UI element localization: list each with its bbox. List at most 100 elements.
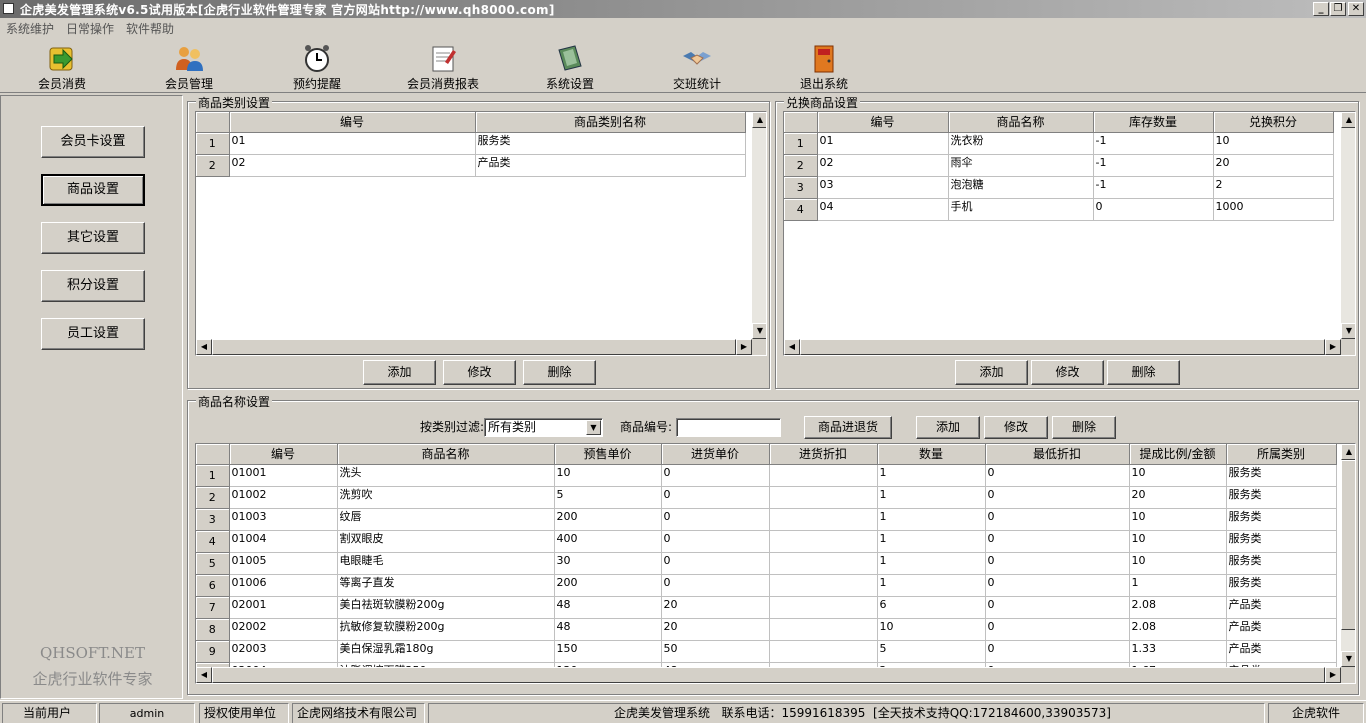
cell[interactable]: 服务类 — [1226, 464, 1337, 487]
category-add-button[interactable]: 添加 — [363, 360, 436, 385]
cell[interactable]: 30 — [554, 552, 662, 575]
cell[interactable]: 0 — [985, 618, 1130, 641]
toolbar-system-settings[interactable]: 系统设置 — [520, 39, 620, 91]
table-row[interactable]: 7 02001 美白祛斑软膜粉200g 48 20 6 0 2.08 产品类 — [196, 596, 1337, 619]
cell[interactable]: 洗头 — [337, 464, 555, 487]
cell[interactable]: 0 — [985, 530, 1130, 553]
table-row[interactable]: 3 01003 纹唇 200 0 1 0 10 服务类 — [196, 508, 1337, 531]
product-settings-button[interactable]: 商品设置 — [41, 174, 145, 206]
cell[interactable]: 01002 — [229, 486, 338, 509]
cell[interactable] — [769, 464, 878, 487]
scroll-left-icon[interactable]: ◀ — [196, 667, 212, 683]
toolbar-shift-stats[interactable]: 交班统计 — [647, 39, 747, 91]
table-row[interactable]: 3 03 泡泡糖 -1 2 — [784, 176, 1334, 199]
other-settings-button[interactable]: 其它设置 — [41, 222, 145, 254]
toolbar-member-consume[interactable]: 会员消费 — [12, 39, 112, 91]
cell[interactable]: 服务类 — [1226, 486, 1337, 509]
cell[interactable]: 400 — [554, 530, 662, 553]
cell[interactable]: 02 — [817, 154, 949, 177]
cell[interactable] — [769, 530, 878, 553]
product-grid[interactable]: 编号 商品名称 预售单价 进货单价 进货折扣 数量 最低折扣 提成比例/金额 所属类别 1 010… — [195, 443, 1356, 684]
table-row[interactable]: 4 01004 割双眼皮 400 0 1 0 10 服务类 — [196, 530, 1337, 553]
cell[interactable]: 服务类 — [1226, 508, 1337, 531]
scroll-up-icon[interactable]: ▲ — [752, 112, 766, 128]
cell[interactable]: 48 — [554, 618, 662, 641]
restore-button[interactable]: ❐ — [1330, 2, 1346, 16]
cell[interactable]: 0 — [985, 552, 1130, 575]
staff-settings-button[interactable]: 员工设置 — [41, 318, 145, 350]
product-add-button[interactable]: 添加 — [916, 416, 980, 439]
cell[interactable]: 1 — [877, 530, 986, 553]
product-edit-button[interactable]: 修改 — [984, 416, 1048, 439]
cell[interactable]: 20 — [661, 596, 770, 619]
scroll-left-icon[interactable]: ◀ — [196, 339, 212, 355]
cell[interactable]: 0 — [661, 574, 770, 597]
cell[interactable]: 0 — [985, 596, 1130, 619]
scroll-right-icon[interactable]: ▶ — [1325, 339, 1341, 355]
cell[interactable]: 电眼睫毛 — [337, 552, 555, 575]
cell[interactable]: 02003 — [229, 640, 338, 663]
column-header[interactable]: 商品类别名称 — [475, 112, 746, 133]
cell[interactable]: 0 — [1093, 198, 1214, 221]
exchange-delete-button[interactable]: 删除 — [1107, 360, 1180, 385]
cell[interactable]: 2.08 — [1129, 596, 1227, 619]
table-row[interactable]: 9 02003 美白保湿乳霜180g 150 50 5 0 1.33 产品类 — [196, 640, 1337, 663]
horizontal-scrollbar[interactable]: ◀ ▶ — [784, 339, 1341, 355]
cell[interactable] — [769, 618, 878, 641]
cell[interactable]: 10 — [1213, 132, 1334, 155]
cell[interactable]: 01005 — [229, 552, 338, 575]
column-header[interactable]: 商品名称 — [948, 112, 1094, 133]
cell[interactable]: 1.33 — [1129, 640, 1227, 663]
cell[interactable]: 产品类 — [475, 154, 746, 177]
cell[interactable]: 0 — [661, 508, 770, 531]
exchange-grid[interactable]: 编号 商品名称 库存数量 兑换积分 1 01 洗衣粉 -1 10 2 02 雨伞… — [783, 111, 1356, 356]
toolbar-member-manage[interactable]: 会员管理 — [139, 39, 239, 91]
cell[interactable] — [769, 640, 878, 663]
column-header[interactable]: 编号 — [229, 112, 476, 133]
scroll-down-icon[interactable]: ▼ — [1341, 323, 1355, 339]
cell[interactable]: 0 — [661, 464, 770, 487]
category-grid[interactable]: 编号 商品类别名称 1 01 服务类 2 02 产品类 ▲ ▼ ◀ ▶ — [195, 111, 767, 356]
scroll-right-icon[interactable]: ▶ — [1325, 667, 1341, 683]
cell[interactable]: 雨伞 — [948, 154, 1094, 177]
cell[interactable]: 纹唇 — [337, 508, 555, 531]
table-row[interactable]: 2 02 产品类 — [196, 154, 746, 177]
horizontal-scrollbar[interactable]: ◀ ▶ — [196, 667, 1341, 683]
column-header[interactable]: 进货折扣 — [769, 444, 878, 465]
toolbar-exit[interactable]: 退出系统 — [774, 39, 874, 91]
product-delete-button[interactable]: 删除 — [1052, 416, 1116, 439]
cell[interactable] — [769, 574, 878, 597]
cell[interactable]: 48 — [554, 596, 662, 619]
cell[interactable]: -1 — [1093, 132, 1214, 155]
cell[interactable]: 洗衣粉 — [948, 132, 1094, 155]
cell[interactable]: 洗剪吹 — [337, 486, 555, 509]
horizontal-scrollbar[interactable]: ◀ ▶ — [196, 339, 752, 355]
cell[interactable]: 10 — [1129, 530, 1227, 553]
table-row[interactable]: 5 01005 电眼睫毛 30 0 1 0 10 服务类 — [196, 552, 1337, 575]
menu-system-maintenance[interactable]: 系统维护 — [6, 20, 54, 37]
product-code-input[interactable] — [676, 418, 781, 437]
cell[interactable]: 02001 — [229, 596, 338, 619]
menu-software-help[interactable]: 软件帮助 — [126, 20, 174, 37]
column-header[interactable]: 兑换积分 — [1213, 112, 1334, 133]
chevron-down-icon[interactable]: ▼ — [586, 420, 601, 435]
scroll-thumb[interactable] — [212, 667, 1325, 683]
column-header[interactable]: 提成比例/金额 — [1129, 444, 1227, 465]
cell[interactable]: 150 — [554, 640, 662, 663]
table-row[interactable]: 2 02 雨伞 -1 20 — [784, 154, 1334, 177]
cell[interactable]: 02002 — [229, 618, 338, 641]
cell[interactable]: 抗敏修复软膜粉200g — [337, 618, 555, 641]
column-header[interactable]: 最低折扣 — [985, 444, 1130, 465]
menu-daily-operations[interactable]: 日常操作 — [66, 20, 114, 37]
cell[interactable]: 1 — [877, 486, 986, 509]
cell[interactable]: -1 — [1093, 154, 1214, 177]
cell[interactable]: 01006 — [229, 574, 338, 597]
cell[interactable]: 20 — [1213, 154, 1334, 177]
cell[interactable]: 服务类 — [1226, 574, 1337, 597]
cell[interactable]: 产品类 — [1226, 618, 1337, 641]
vertical-scrollbar[interactable]: ▲ ▼ — [1341, 112, 1355, 339]
table-row[interactable]: 6 01006 等离子直发 200 0 1 0 1 服务类 — [196, 574, 1337, 597]
cell[interactable] — [769, 596, 878, 619]
table-row[interactable]: 1 01 服务类 — [196, 132, 746, 155]
exchange-edit-button[interactable]: 修改 — [1031, 360, 1104, 385]
